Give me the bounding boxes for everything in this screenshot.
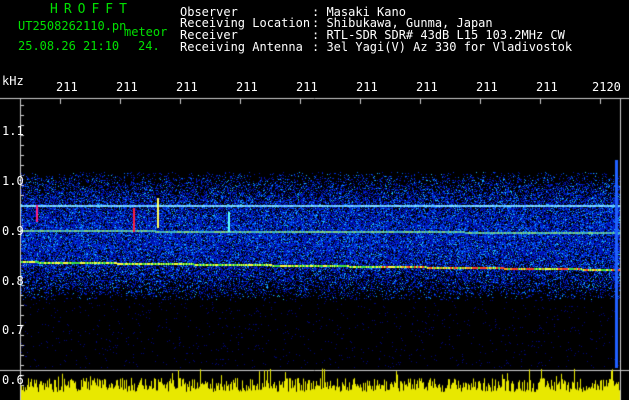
datetime-label: 25.08.26 21:10 — [18, 39, 120, 53]
freq-tick-label: 1.0 — [2, 174, 24, 188]
antenna-value: : 3el Yagi(V) Az 330 for Vladivostok — [312, 40, 573, 54]
time-tick-label: 2120 — [592, 80, 621, 94]
time-tick-label: 211 — [116, 80, 138, 94]
freq-tick-label: 1.1 — [2, 124, 24, 138]
freq-tick-label: 0.7 — [2, 323, 24, 337]
time-tick-label: 211 — [536, 80, 558, 94]
freq-tick-label: 0.9 — [2, 224, 24, 238]
freq-tick-label: 0.6 — [2, 373, 24, 387]
time-tick-label: 211 — [476, 80, 498, 94]
time-tick-label: 211 — [56, 80, 78, 94]
file-name: UT2508262110.pn — [18, 19, 127, 33]
time-tick-label: 211 — [296, 80, 318, 94]
antenna-label: Receiving Antenna — [180, 40, 303, 54]
mode-label: meteor — [124, 25, 168, 39]
time-tick-label: 211 — [416, 80, 438, 94]
app-title: HROFFT — [50, 2, 133, 17]
freq-tick-label: 0.8 — [2, 274, 24, 288]
unit-label: kHz — [2, 74, 24, 88]
spectrogram-canvas — [0, 0, 629, 400]
extra-value: 24. — [138, 39, 160, 53]
time-tick-label: 211 — [176, 80, 198, 94]
time-tick-label: 211 — [356, 80, 378, 94]
time-tick-label: 211 — [236, 80, 258, 94]
